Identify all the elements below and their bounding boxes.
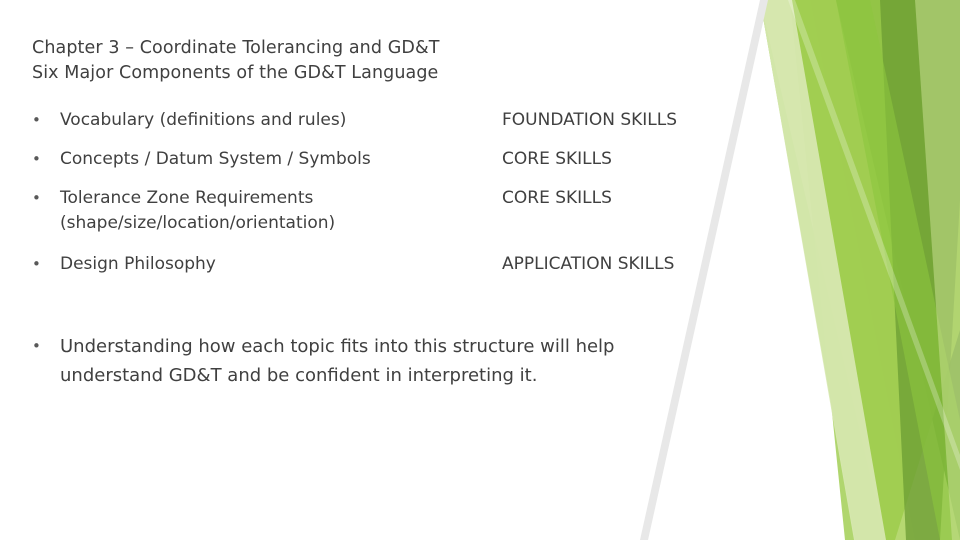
bullet-icon: • [32,150,41,168]
list-item-label: Tolerance Zone Requirements (shape/size/l… [60,186,500,236]
list-item-skill-label: CORE SKILLS [502,188,612,208]
summary-label: Understanding how each topic fits into t… [60,332,740,390]
list-item-label: Design Philosophy [60,254,216,274]
bullet-icon: • [32,111,41,129]
summary-block: • Understanding how each topic fits into… [32,332,732,404]
list-item: • Vocabulary (definitions and rules) FOU… [32,108,732,133]
list-item: • Design Philosophy APPLICATION SKILLS [32,252,732,277]
bullet-icon: • [32,189,41,207]
list-item: • Concepts / Datum System / Symbols CORE… [32,147,732,172]
title-line-1: Chapter 3 – Coordinate Tolerancing and G… [32,38,440,58]
summary-line-1: Understanding how each topic fits into t… [60,336,615,357]
title-block: Chapter 3 – Coordinate Tolerancing and G… [32,36,732,87]
list-item-label: Vocabulary (definitions and rules) [60,110,347,130]
list-item-label-main: Tolerance Zone Requirements [60,188,314,208]
list-item-label-sub: (shape/size/location/orientation) [60,213,336,233]
summary-item: • Understanding how each topic fits into… [32,332,732,390]
slide-content: Chapter 3 – Coordinate Tolerancing and G… [0,0,760,540]
title-line-2: Six Major Components of the GD&T Languag… [32,63,439,84]
bullet-icon: • [32,337,41,355]
bullet-icon: • [32,255,41,273]
list-item-label: Concepts / Datum System / Symbols [60,149,371,169]
list-item-skill-label: CORE SKILLS [502,149,612,169]
list-item-skill-label: APPLICATION SKILLS [502,254,675,274]
list-item: • Tolerance Zone Requirements (shape/size… [32,186,732,236]
summary-line-2: understand GD&T and be confident in inte… [60,365,538,386]
list-item-skill-label: FOUNDATION SKILLS [502,110,678,130]
slide: Chapter 3 – Coordinate Tolerancing and G… [0,0,960,540]
bullet-list: • Vocabulary (definitions and rules) FOU… [32,108,732,291]
